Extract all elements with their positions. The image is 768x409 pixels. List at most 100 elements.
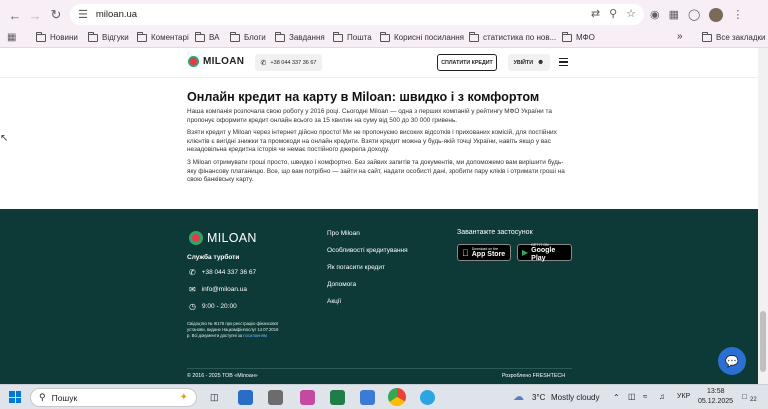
mouse-cursor-icon: ↖ <box>0 133 9 144</box>
melon-logo-icon <box>189 231 203 245</box>
chrome-icon[interactable] <box>388 388 406 406</box>
bookmark-item[interactable]: ВА <box>195 31 219 42</box>
windows-taskbar: ⚲ Пошук ✦ ◫ ☁ 3°C Mostly cloudy ⌃ ◫ ≈ ♫ … <box>0 384 768 409</box>
bookmark-star-icon[interactable]: ☆ <box>626 7 636 21</box>
camera-icon[interactable]: ◉ <box>650 8 660 22</box>
store-app-icon[interactable] <box>360 390 375 405</box>
bookmark-item[interactable]: МФО <box>562 31 595 42</box>
footer-link-promo[interactable]: Акції <box>327 298 341 305</box>
reload-icon[interactable]: ↻ <box>45 4 67 26</box>
phone-icon: ✆ <box>260 59 267 67</box>
bookmark-item[interactable]: Відгуки <box>88 31 129 42</box>
footer-link-help[interactable]: Допомога <box>327 281 356 288</box>
media-icon[interactable]: ◯ <box>688 8 700 22</box>
site-footer: MILOAN Служба турботи ✆ +38 044 337 36 6… <box>0 209 758 384</box>
telegram-icon[interactable] <box>420 390 435 405</box>
folder-icon <box>275 31 285 42</box>
bookmark-item[interactable]: Завдання <box>275 31 325 42</box>
calculator-icon[interactable] <box>268 390 283 405</box>
keyboard-language[interactable]: УКР <box>677 393 690 400</box>
bookmark-item[interactable]: Новини <box>36 31 78 42</box>
colorful-app-icon[interactable] <box>300 390 315 405</box>
clock-time[interactable]: 13:58 <box>707 388 725 395</box>
folder-icon <box>702 31 712 42</box>
folder-icon <box>469 31 479 42</box>
play-icon: ▶ <box>522 248 529 257</box>
task-view-icon[interactable]: ◫ <box>210 392 219 403</box>
support-title: Служба турботи <box>187 254 240 261</box>
footer-logo[interactable]: MILOAN <box>189 231 257 245</box>
footer-email[interactable]: ✉ info@miloan.ua <box>189 285 247 294</box>
bookmark-item[interactable]: Корисні посилання <box>380 31 464 42</box>
address-bar[interactable]: ☰ miloan.ua ⇄ ⚲ ☆ <box>70 4 644 25</box>
site-info-icon[interactable]: ☰ <box>78 8 88 22</box>
hamburger-menu-icon[interactable] <box>559 58 568 66</box>
taskbar-search[interactable]: ⚲ Пошук ✦ <box>30 388 197 407</box>
file-manager-icon[interactable] <box>238 390 253 405</box>
zoom-icon[interactable]: ⚲ <box>609 7 617 21</box>
tray-chevron-icon[interactable]: ⌃ <box>613 393 620 402</box>
footer-link-about[interactable]: Про Miloan <box>327 230 360 237</box>
url-text: miloan.ua <box>95 9 138 20</box>
profile-avatar[interactable] <box>709 7 724 22</box>
bookmark-item[interactable]: Коментарі <box>137 31 189 42</box>
pay-credit-button[interactable]: СПЛАТИТИ КРЕДИТ <box>437 54 497 71</box>
translate-icon[interactable]: ⇄ <box>591 7 600 21</box>
forward-icon[interactable]: → <box>24 4 46 26</box>
header-logo[interactable]: MILOAN <box>188 56 244 67</box>
folder-icon <box>137 31 147 42</box>
back-icon[interactable]: ← <box>4 4 26 26</box>
green-app-icon[interactable] <box>330 390 345 405</box>
all-bookmarks[interactable]: Все закладки <box>702 31 765 42</box>
menu-kebab-icon[interactable]: ⋮ <box>732 8 743 22</box>
phone-button[interactable]: ✆ +38 044 337 36 67 <box>255 54 322 71</box>
footer-divider <box>187 368 572 369</box>
seo-article: Онлайн кредит на карту в Miloan: швидко … <box>187 90 572 189</box>
notification-count: 22 <box>750 397 757 403</box>
bookmarks-more[interactable]: » <box>677 31 683 42</box>
weather-temp[interactable]: 3°C <box>532 393 545 402</box>
footer-phone[interactable]: ✆ +38 044 337 36 67 <box>189 268 256 277</box>
copyright: © 2016 - 2025 ТОВ «Мілоан» <box>187 373 258 379</box>
login-button[interactable]: УВІЙТИ ☻ <box>508 54 550 71</box>
site-header: MILOAN ✆ +38 044 337 36 67 СПЛАТИТИ КРЕД… <box>0 48 758 78</box>
license-link[interactable]: посиланням <box>243 333 267 338</box>
apps-title: Завантажте застосунок <box>457 229 533 236</box>
volume-icon[interactable]: ♫ <box>659 392 665 401</box>
wifi-icon[interactable]: ≈ <box>643 392 647 401</box>
extensions-icon[interactable]: ▦ <box>669 8 679 22</box>
scrollbar-thumb[interactable] <box>760 311 766 372</box>
weather-desc[interactable]: Mostly cloudy <box>551 393 599 402</box>
footer-link-repay[interactable]: Як погасити кредит <box>327 264 385 271</box>
apple-icon:  <box>462 248 469 258</box>
phone-icon: ✆ <box>189 268 196 277</box>
folder-icon <box>230 31 240 42</box>
app-store-button[interactable]:  Download on theApp Store <box>457 244 511 261</box>
article-paragraph: Наша компанія розпочала свою роботу у 20… <box>187 108 552 124</box>
bookmark-item[interactable]: статистика по нов... <box>469 31 556 42</box>
folder-icon <box>333 31 343 42</box>
network-icon[interactable]: ◫ <box>628 392 636 401</box>
user-icon: ☻ <box>537 59 545 66</box>
footer-link-features[interactable]: Особливості кредитування <box>327 247 408 254</box>
developer-credit[interactable]: Розроблено FRESHTECH <box>502 373 565 379</box>
bookmark-item[interactable]: Блоги <box>230 31 266 42</box>
folder-icon <box>88 31 98 42</box>
bookmark-item[interactable]: Пошта <box>333 31 372 42</box>
windows-start-icon[interactable] <box>9 391 21 403</box>
bookmarks-bar: ▦ Новини Відгуки Коментарі ВА Блоги Завд… <box>0 29 768 48</box>
notifications-icon[interactable]: □ <box>742 392 747 401</box>
chat-icon[interactable]: 💬 <box>718 347 746 375</box>
article-title: Онлайн кредит на карту в Miloan: швидко … <box>187 90 540 104</box>
weather-icon: ☁ <box>513 391 524 403</box>
apps-grid-icon[interactable]: ▦ <box>7 31 16 45</box>
clock-date[interactable]: 05.12.2025 <box>698 398 733 405</box>
page-scrollbar[interactable] <box>758 48 768 384</box>
folder-icon <box>562 31 572 42</box>
license-text: Свідоцтво № ІК176 про реєстрацію фінансо… <box>187 321 279 338</box>
google-play-button[interactable]: ▶ GET IT ON Google Play <box>517 243 572 262</box>
folder-icon <box>380 31 390 42</box>
article-paragraph: Взяти кредит у Miloan через інтернет дій… <box>187 129 557 154</box>
melon-logo-icon <box>188 56 199 67</box>
browser-toolbar: ← → ↻ ☰ miloan.ua ⇄ ⚲ ☆ ◉ ▦ ◯ ⋮ <box>0 0 768 29</box>
